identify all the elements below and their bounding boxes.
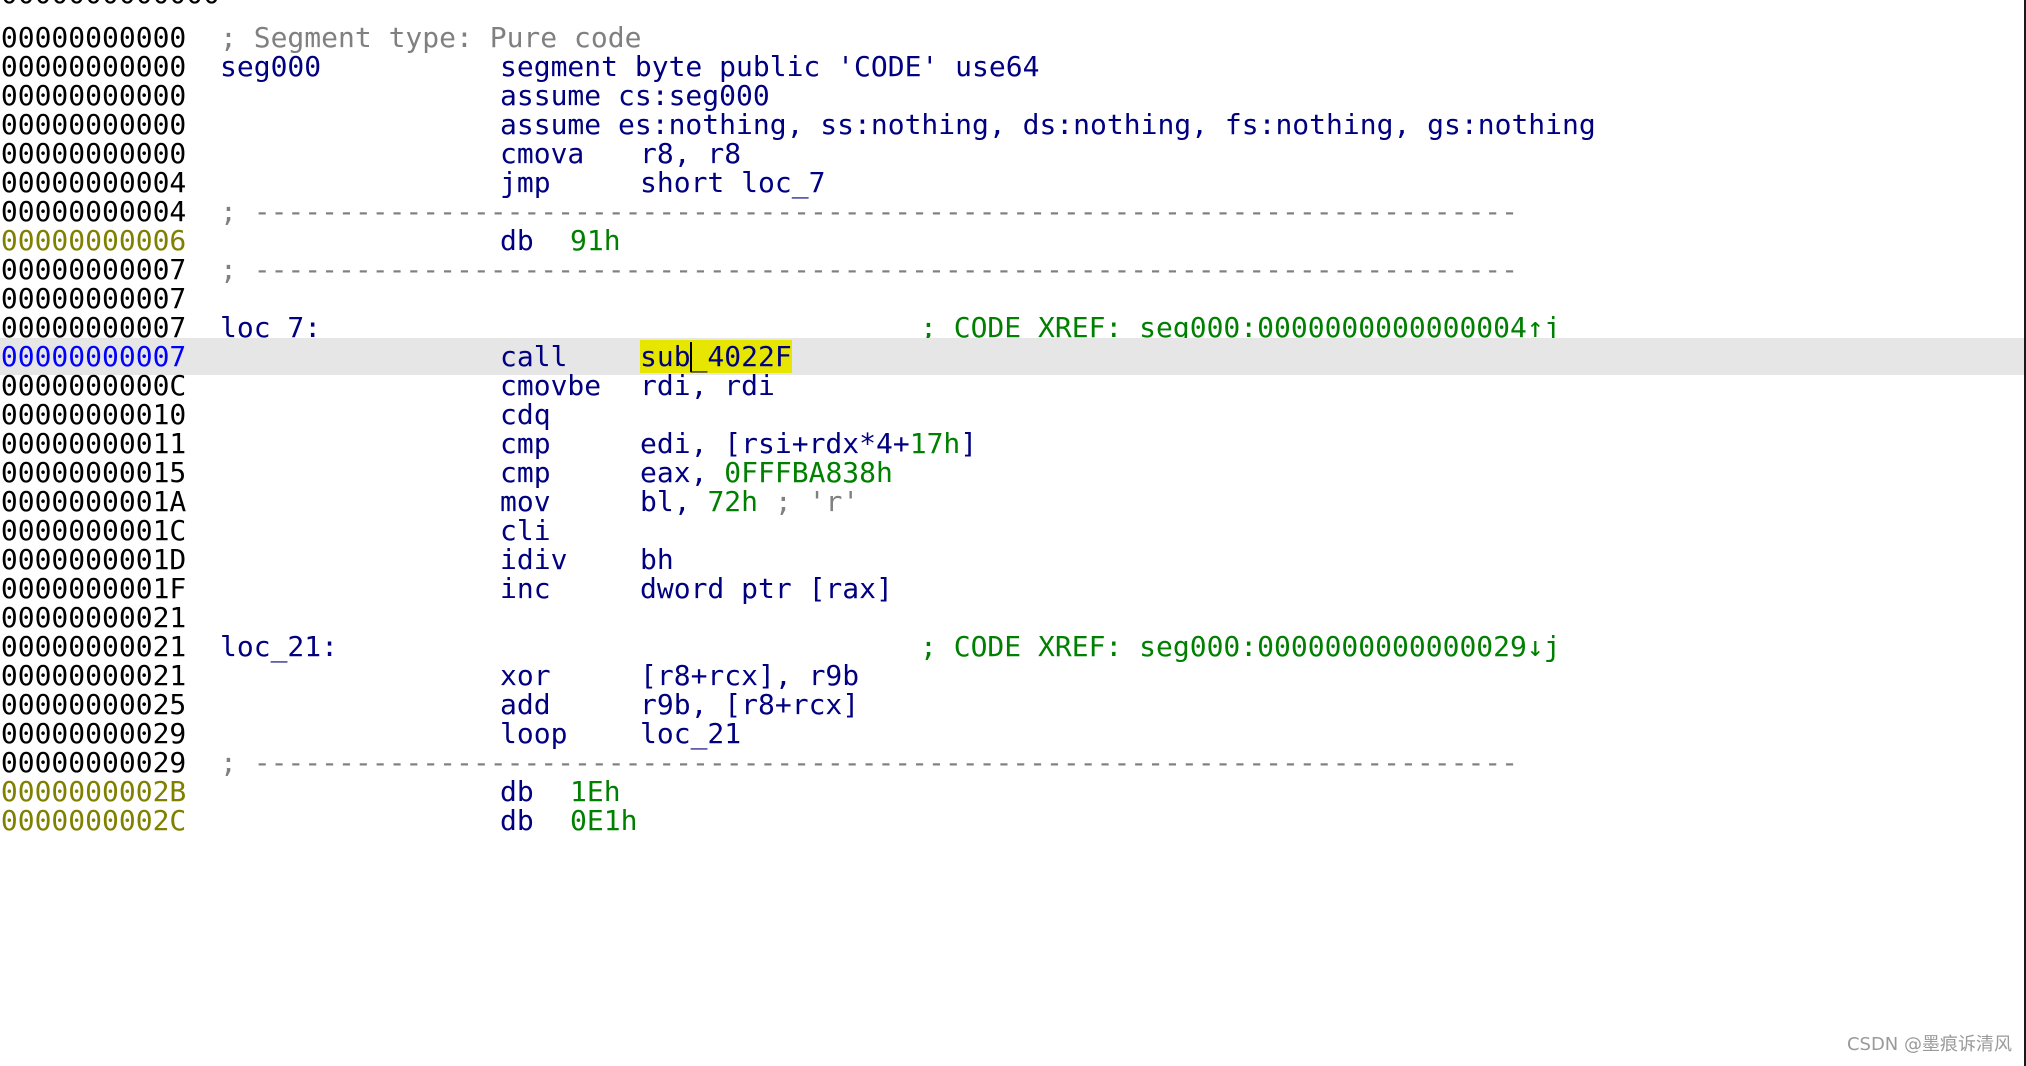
disassembly-view[interactable]: 00000000000000 000000000000 ; Segment ty… — [0, 0, 2026, 1066]
address: 00000000000000 — [0, 0, 220, 12]
data-line[interactable]: 00000000002C db 0E1h — [0, 802, 2024, 839]
data-value: 0E1h — [570, 804, 638, 837]
watermark: CSDN @墨痕诉清风 — [1846, 1034, 2012, 1055]
address: 00000000002C — [0, 804, 187, 837]
mnemonic: db — [500, 804, 534, 837]
